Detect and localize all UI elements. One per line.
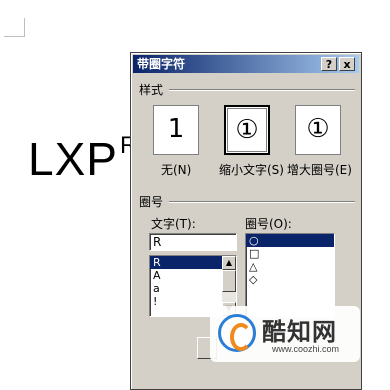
- document-main-text: LXP: [28, 133, 118, 185]
- dialog-title: 带圈字符: [137, 57, 186, 71]
- circle-group-divider: [169, 201, 355, 203]
- dialog-titlebar: 带圈字符 ? x: [133, 55, 359, 73]
- help-button[interactable]: ?: [321, 57, 337, 71]
- style-shrink-preview: ①: [235, 115, 259, 145]
- text-field-label: 文字(T):: [151, 217, 196, 231]
- style-option-enlarge-symbol[interactable]: ①: [295, 105, 341, 155]
- page-margin-corner: [4, 18, 25, 37]
- watermark: 酷知网 www.coozhi.com: [210, 306, 360, 362]
- close-button[interactable]: x: [339, 57, 355, 71]
- circle-list-item[interactable]: △: [246, 260, 334, 273]
- document-text: LXPR: [28, 133, 138, 185]
- text-list-item[interactable]: R: [150, 256, 222, 269]
- circle-listbox[interactable]: ○ □ △ ◇: [245, 233, 335, 317]
- circle-list-item[interactable]: □: [246, 247, 334, 260]
- style-group-label: 样式: [139, 83, 164, 97]
- style-enlarge-preview: ①: [306, 114, 330, 144]
- style-group-divider: [169, 89, 355, 91]
- scroll-thumb[interactable]: [222, 270, 236, 292]
- style-enlarge-caption: 增大圈号(E): [287, 163, 352, 177]
- watermark-url: www.coozhi.com: [272, 344, 340, 354]
- style-shrink-caption: 缩小文字(S): [219, 163, 284, 177]
- circle-list-item[interactable]: ◇: [246, 273, 334, 286]
- style-option-none[interactable]: 1: [153, 105, 199, 155]
- watermark-title: 酷知网: [262, 318, 337, 346]
- scroll-up-icon[interactable]: ▲: [222, 256, 236, 270]
- circle-group-label: 圈号: [139, 195, 164, 209]
- circle-field-label: 圈号(O):: [245, 217, 292, 231]
- style-none-preview: 1: [167, 114, 185, 144]
- style-none-caption: 无(N): [161, 163, 192, 177]
- site-logo-icon: [218, 314, 256, 352]
- circle-list-item[interactable]: ○: [246, 234, 334, 247]
- style-option-shrink-text[interactable]: ①: [224, 105, 270, 155]
- text-input[interactable]: R: [149, 233, 237, 251]
